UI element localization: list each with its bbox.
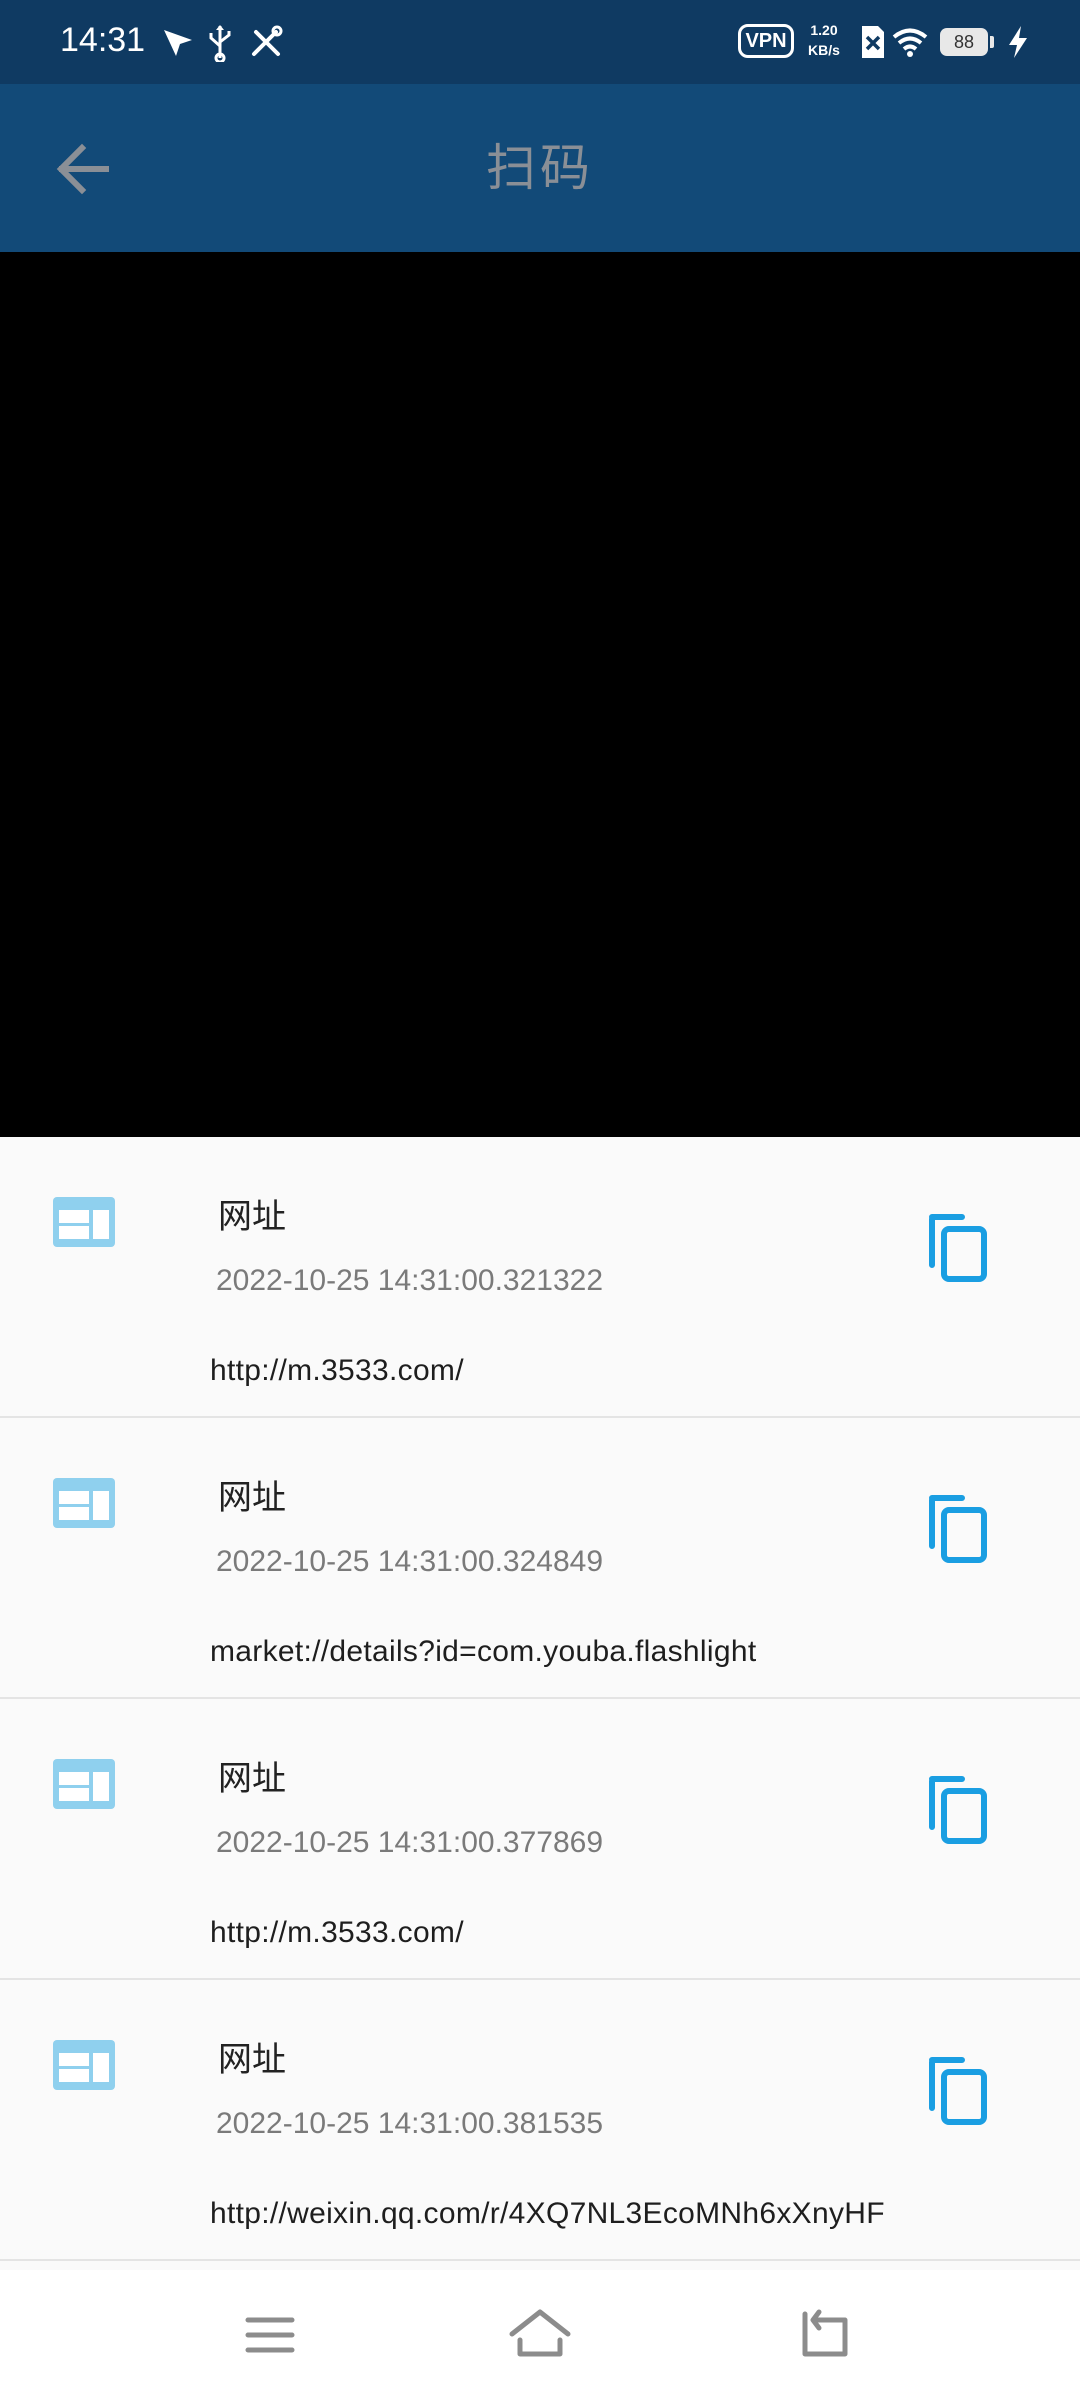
battery-tip [990,36,994,48]
battery-level: 88 [940,28,988,56]
copy-icon[interactable] [926,1211,992,1285]
location-arrow-icon [164,30,192,56]
back-arrow-icon[interactable] [50,134,120,204]
list-item[interactable]: 网址 2022-10-25 14:31:00.321322 http://m.3… [0,1137,1080,1418]
home-icon[interactable] [500,2300,580,2370]
item-content: market://details?id=com.youba.flashlight [210,1635,757,1668]
network-speed: 1.20 KB/s [802,20,846,60]
menu-icon[interactable] [230,2300,310,2370]
vpn-badge: VPN [738,24,794,58]
web-page-icon [53,1478,115,1528]
copy-icon[interactable] [926,1773,992,1847]
app-bar: 扫码 [0,84,1080,252]
tools-icon [252,25,283,56]
item-timestamp: 2022-10-25 14:31:00.377869 [216,1826,604,1859]
item-content: http://m.3533.com/ [210,1916,464,1949]
item-type: 网址 [218,1759,286,1799]
system-nav-bar [0,2270,1080,2400]
item-timestamp: 2022-10-25 14:31:00.321322 [216,1264,604,1297]
scan-result-list: 网址 2022-10-25 14:31:00.321322 http://m.3… [0,1137,1080,2270]
camera-preview[interactable] [0,252,1080,1137]
copy-icon[interactable] [926,1492,992,1566]
list-item[interactable]: 网址 2022-10-25 14:31:00.377869 http://m.3… [0,1699,1080,1980]
web-page-icon [53,1759,115,1809]
item-type: 网址 [218,1197,286,1237]
item-content: http://weixin.qq.com/r/4XQ7NL3EcoMNh6xXn… [210,2197,885,2230]
network-speed-unit: KB/s [808,42,840,58]
item-content: http://m.3533.com/ [210,1354,464,1387]
charging-icon [1009,26,1027,58]
network-speed-value: 1.20 [810,22,838,38]
scan-screen: 14:31 VPN 1.20 KB/s 88 扫码 网址 2022-10-25 … [0,0,1080,2400]
copy-icon[interactable] [926,2054,992,2128]
no-sim-icon [862,26,884,58]
wifi-icon [892,28,928,57]
list-item[interactable]: 网址 2022-10-25 14:31:00.381535 http://wei… [0,1980,1080,2261]
item-type: 网址 [218,1478,286,1518]
list-item[interactable]: 网址 2022-10-25 14:31:00.324849 market://d… [0,1418,1080,1699]
web-page-icon [53,1197,115,1247]
status-bar: 14:31 VPN 1.20 KB/s 88 [0,0,1080,84]
item-timestamp: 2022-10-25 14:31:00.381535 [216,2107,604,2140]
usb-icon [209,25,231,62]
page-title: 扫码 [486,139,594,197]
web-page-icon [53,2040,115,2090]
item-type: 网址 [218,2040,286,2080]
item-timestamp: 2022-10-25 14:31:00.324849 [216,1545,604,1578]
back-icon[interactable] [785,2300,865,2370]
status-time: 14:31 [60,21,146,59]
